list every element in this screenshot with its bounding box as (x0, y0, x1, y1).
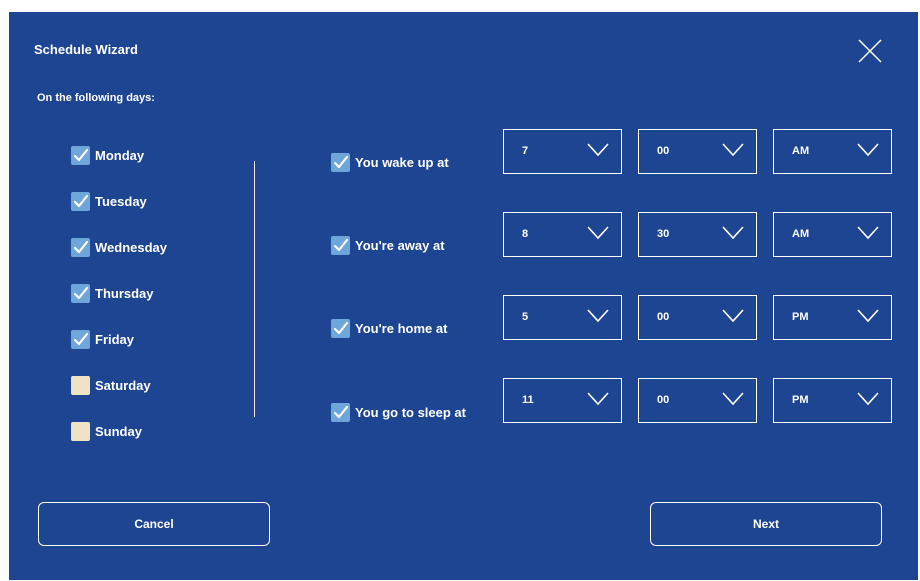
wake-minute-select[interactable]: 00 (638, 129, 757, 174)
select-value: 00 (657, 394, 670, 406)
select-value: 30 (657, 228, 670, 240)
checkbox-icon[interactable] (331, 152, 350, 172)
select-value: AM (792, 228, 810, 240)
chevron-down-icon (857, 392, 879, 411)
sleep-hour-select[interactable]: 11 (503, 378, 622, 423)
day-label: Wednesday (95, 239, 168, 255)
chevron-down-icon (722, 226, 744, 245)
chevron-down-icon (587, 226, 609, 245)
sleep-period-select[interactable]: PM (773, 378, 892, 423)
next-button[interactable]: Next (650, 502, 882, 546)
day-tuesday[interactable]: Tuesday (71, 189, 147, 213)
wake-up-checkbox[interactable]: You wake up at (331, 150, 449, 174)
chevron-down-icon (857, 143, 879, 162)
row-label: You're away at (355, 237, 445, 253)
day-label: Thursday (95, 285, 154, 301)
checkbox-icon[interactable] (71, 329, 90, 349)
home-checkbox[interactable]: You're home at (331, 316, 447, 340)
day-monday[interactable]: Monday (71, 143, 144, 167)
cancel-button[interactable]: Cancel (38, 502, 270, 546)
row-label: You wake up at (355, 154, 449, 170)
row-label: You're home at (355, 320, 448, 336)
select-value: 11 (522, 394, 534, 406)
home-hour-select[interactable]: 5 (503, 295, 622, 340)
vertical-divider (254, 161, 255, 417)
day-label: Tuesday (95, 193, 147, 209)
chevron-down-icon (587, 309, 609, 328)
day-label: Sunday (95, 423, 142, 439)
away-checkbox[interactable]: You're away at (331, 233, 445, 257)
dialog-title: Schedule Wizard (34, 42, 138, 57)
away-hour-select[interactable]: 8 (503, 212, 622, 257)
day-label: Monday (95, 147, 145, 163)
checkbox-icon[interactable] (331, 402, 350, 422)
select-value: 8 (522, 228, 529, 240)
home-minute-select[interactable]: 00 (638, 295, 757, 340)
checkbox-icon[interactable] (71, 191, 90, 211)
day-label: Saturday (95, 377, 151, 393)
select-value: 7 (522, 145, 529, 157)
day-saturday[interactable]: Saturday (71, 373, 151, 397)
chevron-down-icon (722, 143, 744, 162)
away-minute-select[interactable]: 30 (638, 212, 757, 257)
schedule-wizard-dialog: Schedule Wizard On the following days: M… (9, 12, 918, 580)
day-wednesday[interactable]: Wednesday (71, 235, 167, 259)
home-period-select[interactable]: PM (773, 295, 892, 340)
select-value: 00 (657, 311, 670, 323)
chevron-down-icon (722, 392, 744, 411)
wake-period-select[interactable]: AM (773, 129, 892, 174)
select-value: PM (792, 394, 809, 406)
days-label: On the following days: (37, 92, 155, 104)
day-thursday[interactable]: Thursday (71, 281, 154, 305)
close-icon[interactable] (856, 37, 884, 65)
select-value: 5 (522, 311, 529, 323)
day-friday[interactable]: Friday (71, 327, 134, 351)
chevron-down-icon (857, 309, 879, 328)
away-period-select[interactable]: AM (773, 212, 892, 257)
chevron-down-icon (857, 226, 879, 245)
select-value: 00 (657, 145, 670, 157)
checkbox-icon[interactable] (71, 421, 90, 441)
select-value: PM (792, 311, 809, 323)
checkbox-icon[interactable] (331, 235, 350, 255)
checkbox-icon[interactable] (71, 375, 90, 395)
row-label: You go to sleep at (355, 404, 466, 420)
checkbox-icon[interactable] (331, 318, 350, 338)
chevron-down-icon (722, 309, 744, 328)
sleep-checkbox[interactable]: You go to sleep at (331, 400, 466, 424)
day-sunday[interactable]: Sunday (71, 419, 142, 443)
chevron-down-icon (587, 392, 609, 411)
wake-hour-select[interactable]: 7 (503, 129, 622, 174)
checkbox-icon[interactable] (71, 145, 90, 165)
checkbox-icon[interactable] (71, 237, 90, 257)
select-value: AM (792, 145, 810, 157)
chevron-down-icon (587, 143, 609, 162)
day-label: Friday (95, 331, 135, 347)
checkbox-icon[interactable] (71, 283, 90, 303)
sleep-minute-select[interactable]: 00 (638, 378, 757, 423)
